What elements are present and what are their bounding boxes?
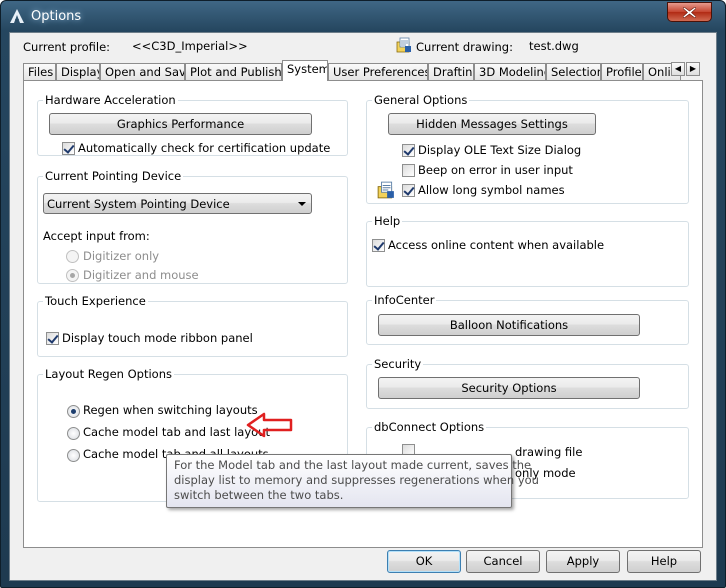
tab-system[interactable]: System: [282, 60, 328, 81]
tab-label: Selection: [551, 65, 601, 79]
graphics-performance-button[interactable]: Graphics Performance: [49, 113, 312, 135]
current-drawing-value: test.dwg: [529, 39, 579, 53]
tab-label: System: [287, 62, 328, 76]
tab-scroll-left-button[interactable]: ◀: [671, 62, 685, 76]
cache-last-layout-radio[interactable]: [67, 427, 80, 440]
group-title: Touch Experience: [43, 294, 148, 308]
long-symbol-names-label: Allow long symbol names: [418, 183, 565, 197]
group-title: Layout Regen Options: [43, 367, 174, 381]
online-content-label: Access online content when available: [388, 238, 605, 252]
beep-on-error-checkbox[interactable]: [402, 164, 415, 177]
accept-input-label: Accept input from:: [43, 229, 150, 243]
cache-last-layout-label: Cache model tab and last layout: [83, 425, 270, 439]
hidden-messages-settings-button[interactable]: Hidden Messages Settings: [388, 113, 596, 135]
balloon-notifications-button[interactable]: Balloon Notifications: [378, 314, 640, 336]
group-title: InfoCenter: [372, 293, 437, 307]
long-symbol-names-checkbox[interactable]: [402, 184, 415, 197]
touch-ribbon-checkbox[interactable]: [46, 332, 59, 345]
pointing-device-value: Current System Pointing Device: [47, 197, 230, 211]
dialog-client-area: Current profile: <<C3D_Imperial>> Curren…: [9, 32, 717, 581]
annotation-arrow-icon: [246, 412, 293, 438]
tooltip-line: switch between the two tabs.: [174, 488, 344, 502]
tab-profiles[interactable]: Profiles: [601, 63, 643, 81]
chevron-right-icon: ▶: [689, 64, 697, 73]
apply-button[interactable]: Apply: [546, 550, 620, 573]
tab-label: User Preferences: [333, 65, 428, 79]
drawing-setting-icon: [377, 181, 394, 199]
hardware-acceleration-group: Hardware Acceleration Graphics Performan…: [37, 93, 348, 156]
help-button[interactable]: Help: [627, 550, 701, 573]
pointing-device-dropdown[interactable]: Current System Pointing Device: [43, 193, 312, 214]
close-button[interactable]: [667, 2, 712, 22]
current-profile-label: Current profile:: [23, 40, 111, 54]
online-content-checkbox[interactable]: [372, 239, 385, 252]
drawing-file-icon: [396, 37, 411, 53]
options-dialog: Options Current profile: <<C3D_Imperial>…: [0, 0, 726, 588]
digitizer-only-radio[interactable]: [66, 250, 79, 263]
beep-on-error-label: Beep on error in user input: [418, 163, 573, 177]
tab-label: 3D Modeling: [479, 65, 546, 79]
tab-files[interactable]: Files: [23, 63, 56, 81]
tab-scroll-right-button[interactable]: ▶: [686, 62, 700, 76]
group-title: Hardware Acceleration: [43, 93, 178, 107]
group-title: Security: [372, 357, 424, 371]
current-profile-value: <<C3D_Imperial>>: [132, 39, 248, 53]
ok-button[interactable]: OK: [387, 550, 461, 573]
touch-ribbon-label: Display touch mode ribbon panel: [62, 331, 253, 345]
title-bar[interactable]: Options: [1, 1, 725, 33]
group-title: Current Pointing Device: [43, 169, 184, 183]
tab-label: Drafting: [433, 65, 473, 79]
tab-selection[interactable]: Selection: [546, 63, 601, 81]
tab-drafting[interactable]: Drafting: [428, 63, 474, 81]
chevron-left-icon: ◀: [674, 64, 682, 73]
pointing-device-group: Current Pointing Device Current System P…: [37, 169, 348, 284]
auto-check-certification-checkbox[interactable]: [62, 142, 75, 155]
infocenter-group: InfoCenter Balloon Notifications: [366, 293, 689, 345]
chevron-down-icon: [298, 202, 306, 206]
tab-label: Files: [28, 65, 54, 79]
group-title: General Options: [372, 93, 470, 107]
help-group: Help Access online content when availabl…: [366, 214, 689, 287]
close-icon: [683, 7, 696, 18]
window-title: Options: [31, 9, 82, 24]
tab-open-and-save[interactable]: Open and Save: [100, 63, 185, 81]
group-title: Help: [372, 214, 403, 228]
regen-switching-layouts-label: Regen when switching layouts: [83, 403, 258, 417]
dbconnect-drawing-file-label: drawing file: [515, 445, 583, 459]
tab-user-preferences[interactable]: User Preferences: [328, 63, 428, 81]
tab-label: Plot and Publish: [190, 65, 282, 79]
cancel-button[interactable]: Cancel: [466, 550, 540, 573]
tooltip-line: For the Model tab and the last layout ma…: [174, 458, 532, 472]
digitizer-and-mouse-label: Digitizer and mouse: [83, 268, 199, 282]
ole-text-size-checkbox[interactable]: [402, 144, 415, 157]
touch-experience-group: Touch Experience Display touch mode ribb…: [37, 294, 348, 357]
tab-label: Open and Save: [105, 65, 185, 79]
ole-text-size-label: Display OLE Text Size Dialog: [418, 143, 582, 157]
security-group: Security Security Options: [366, 357, 689, 409]
tooltip: For the Model tab and the last layout ma…: [166, 454, 539, 508]
tab-label: Profiles: [606, 65, 642, 79]
auto-check-certification-label: Automatically check for certification up…: [78, 141, 331, 155]
cache-all-layouts-radio[interactable]: [67, 449, 80, 462]
tab-label: Display: [61, 65, 100, 79]
security-options-button[interactable]: Security Options: [378, 377, 640, 399]
tooltip-line: display list to memory and suppresses re…: [174, 473, 539, 487]
group-title: dbConnect Options: [372, 420, 487, 434]
tab-3d-modeling[interactable]: 3D Modeling: [474, 63, 546, 81]
digitizer-only-label: Digitizer only: [83, 249, 160, 263]
current-drawing-label: Current drawing:: [416, 40, 513, 54]
autocad-a-logo-icon: [10, 9, 24, 23]
regen-switching-layouts-radio[interactable]: [67, 405, 80, 418]
digitizer-and-mouse-radio[interactable]: [66, 269, 79, 282]
tab-display[interactable]: Display: [56, 63, 100, 81]
tab-plot-and-publish[interactable]: Plot and Publish: [185, 63, 282, 81]
general-options-group: General Options Hidden Messages Settings…: [366, 93, 689, 204]
